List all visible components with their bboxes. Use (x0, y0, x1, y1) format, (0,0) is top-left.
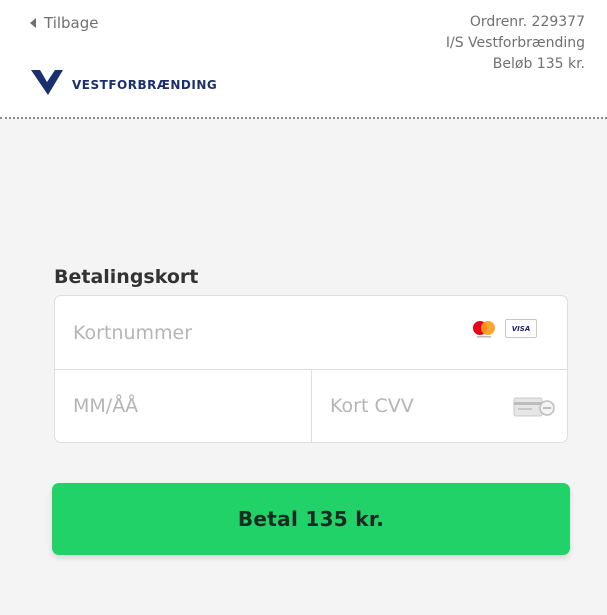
card-section-label: Betalingskort (54, 266, 199, 288)
order-number: Ordrenr. 229377 (469, 14, 585, 30)
back-label: Tilbage (44, 14, 99, 32)
cvv-card-icon (513, 397, 555, 417)
card-number-field[interactable]: Kortnummer VISA (55, 296, 567, 370)
cvv-field[interactable]: Kort CVV (312, 370, 567, 442)
card-number-placeholder: Kortnummer (73, 321, 193, 344)
mastercard-icon (473, 320, 495, 337)
card-brands: VISA (471, 319, 537, 338)
order-amount: Beløb 135 kr. (492, 56, 585, 72)
back-arrow-icon (30, 18, 36, 28)
expiry-placeholder: MM/ÅÅ (73, 395, 139, 417)
pay-button[interactable]: Betal 135 kr. (52, 483, 570, 555)
card-form: Kortnummer VISA MM/ÅÅ Kort CVV (54, 295, 568, 443)
vestforbraending-logo-icon (31, 70, 63, 95)
header: Tilbage VESTFORBRÆNDING Ordrenr. 229377 … (0, 0, 607, 118)
back-link[interactable]: Tilbage (30, 14, 99, 32)
logo-text: VESTFORBRÆNDING (72, 78, 218, 92)
header-divider (0, 117, 607, 119)
merchant-name: I/S Vestforbrænding (445, 35, 585, 51)
cvv-placeholder: Kort CVV (330, 395, 414, 417)
visa-icon: VISA (505, 319, 537, 338)
order-info: Ordrenr. 229377 I/S Vestforbrænding Belø… (446, 12, 585, 75)
expiry-field[interactable]: MM/ÅÅ (55, 370, 312, 442)
logo: VESTFORBRÆNDING (30, 68, 217, 96)
